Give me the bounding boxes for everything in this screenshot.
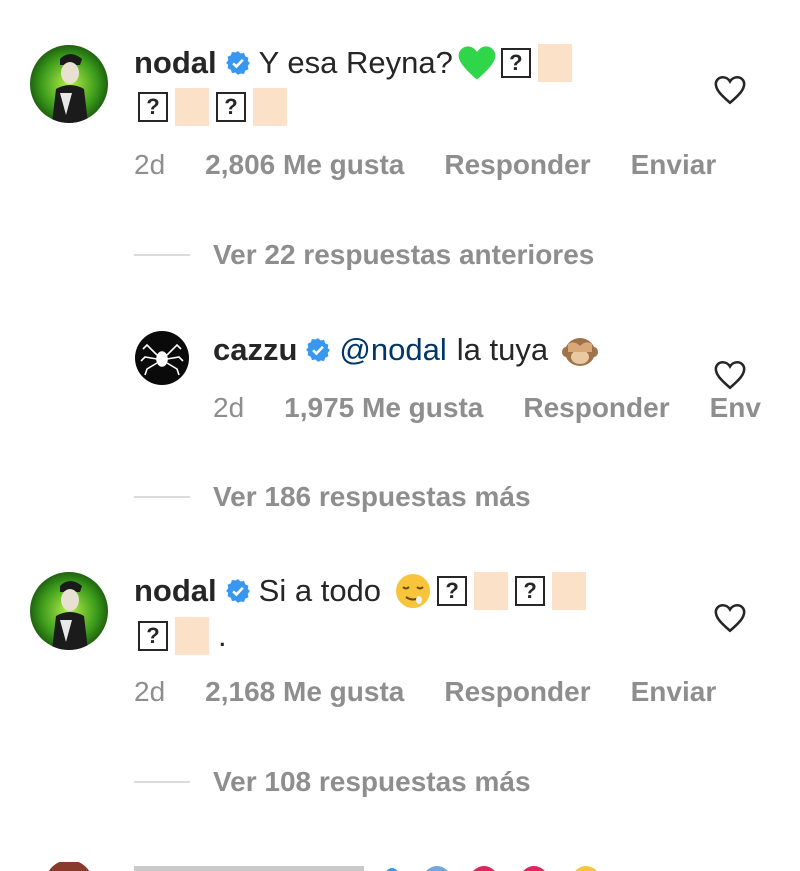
comment-text: Si a todo	[258, 573, 382, 608]
skin-tone-swatch	[474, 572, 509, 610]
reply-button[interactable]: Responder	[444, 149, 590, 180]
mention-link[interactable]: @nodal	[339, 330, 446, 370]
avatar-nodal[interactable]	[30, 572, 108, 650]
avatar-nodal[interactable]	[30, 45, 108, 123]
smile-partial-icon	[575, 866, 597, 871]
emoji-partial-icon	[426, 866, 448, 871]
divider-line	[134, 781, 190, 783]
reply-button[interactable]: Responder	[523, 392, 669, 423]
green-heart-icon	[458, 46, 496, 80]
reply-button[interactable]: Responder	[444, 676, 590, 707]
username-partial	[134, 866, 364, 871]
view-replies-button[interactable]: Ver 108 respuestas más	[213, 765, 531, 799]
view-replies-button[interactable]: Ver 22 respuestas anteriores	[213, 238, 594, 272]
comment-text: Y esa Reyna?	[258, 45, 453, 80]
comment-trailing-text: .	[218, 618, 227, 653]
verified-badge-icon	[225, 579, 250, 603]
comment-age: 2d	[213, 392, 245, 423]
next-comment-partial	[0, 862, 800, 871]
unknown-glyph-icon: ?	[500, 48, 531, 78]
see-no-evil-monkey-icon	[562, 338, 599, 366]
skin-tone-swatch	[537, 44, 572, 82]
view-replies-button[interactable]: Ver 186 respuestas más	[213, 480, 531, 514]
skin-tone-swatch	[552, 572, 587, 610]
send-button[interactable]: Enviar	[631, 149, 717, 180]
username[interactable]: nodal	[134, 571, 217, 611]
comment-3-line: nodal Si a todo ? ?	[134, 571, 589, 611]
comment-3-line-2: ? .	[134, 616, 227, 656]
like-count[interactable]: 1,975 Me gusta	[284, 392, 483, 423]
unknown-glyph-icon: ?	[138, 92, 168, 122]
comment-2-line: cazzu @nodal la tuya	[213, 330, 600, 370]
comment-1-meta: 2d 2,806 Me gusta Responder Enviar	[134, 148, 756, 182]
unknown-glyph-icon: ?	[138, 621, 168, 651]
unknown-glyph-icon: ?	[216, 92, 246, 122]
relieved-face-icon	[396, 574, 431, 608]
comment-1-line-2: ? ?	[134, 88, 290, 126]
like-count[interactable]: 2,806 Me gusta	[205, 149, 404, 180]
send-button[interactable]: Enviar	[631, 676, 717, 707]
comment-age: 2d	[134, 676, 166, 707]
comment-text: la tuya	[456, 332, 549, 367]
unknown-glyph-icon: ?	[515, 576, 546, 606]
username[interactable]: nodal	[134, 43, 217, 83]
red-heart-partial-icon	[473, 866, 495, 871]
comment-1-line: nodal Y esa Reyna? ?	[134, 43, 575, 83]
verified-badge-icon	[306, 338, 331, 362]
comment-age: 2d	[134, 149, 166, 180]
red-heart-partial-icon	[523, 866, 545, 871]
verified-badge-icon	[225, 51, 250, 75]
comment-3-meta: 2d 2,168 Me gusta Responder Enviar	[134, 675, 756, 709]
unknown-glyph-icon: ?	[437, 576, 468, 606]
skin-tone-swatch	[253, 88, 287, 126]
skin-tone-swatch	[175, 617, 209, 655]
like-heart-icon[interactable]	[713, 601, 747, 635]
like-count[interactable]: 2,168 Me gusta	[205, 676, 404, 707]
avatar-cazzu[interactable]	[135, 331, 189, 385]
skin-tone-swatch	[175, 88, 209, 126]
like-heart-icon[interactable]	[713, 358, 747, 392]
username[interactable]: cazzu	[213, 330, 297, 370]
divider-line	[134, 254, 190, 256]
comment-2-meta: 2d 1,975 Me gusta Responder Env	[213, 391, 800, 425]
send-button[interactable]: Env	[710, 392, 761, 423]
like-heart-icon[interactable]	[713, 73, 747, 107]
avatar-partial	[48, 862, 90, 871]
divider-line	[134, 496, 190, 498]
